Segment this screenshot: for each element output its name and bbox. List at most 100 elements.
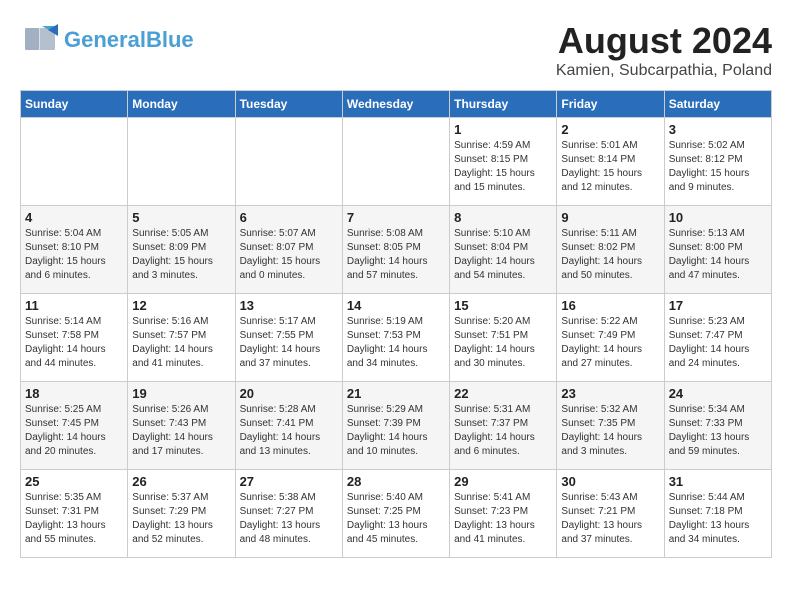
day-number: 11 <box>25 298 123 313</box>
day-info: Sunrise: 5:34 AMSunset: 7:33 PMDaylight:… <box>669 403 767 459</box>
calendar-cell: 23Sunrise: 5:32 AMSunset: 7:35 PMDayligh… <box>557 382 664 470</box>
calendar-cell: 30 Sunrise: 5:43 AMSunset: 7:21 PMDayligh… <box>557 470 664 558</box>
day-number: 1 <box>454 122 552 137</box>
day-info: Sunrise: 5:38 AMSunset: 7:27 PMDaylight:… <box>240 491 338 547</box>
day-info: Sunrise: 5:40 AMSunset: 7:25 PMDaylight:… <box>347 491 445 547</box>
day-number: 25 <box>25 474 123 489</box>
calendar-cell: 3Sunrise: 5:02 AMSunset: 8:12 PMDaylight… <box>664 118 771 206</box>
title-block: August 2024 Kamien, Subcarpathia, Poland <box>556 20 772 80</box>
day-info: Sunrise: 5:25 AMSunset: 7:45 PMDaylight:… <box>25 403 123 459</box>
day-info: Sunrise: 5:19 AMSunset: 7:53 PMDaylight:… <box>347 315 445 371</box>
day-number: 15 <box>454 298 552 313</box>
day-info: Sunrise: 5:41 AMSunset: 7:23 PMDaylight:… <box>454 491 552 547</box>
calendar-cell: 10 Sunrise: 5:13 AMSunset: 8:00 PMDayligh… <box>664 206 771 294</box>
day-number: 8 <box>454 210 552 225</box>
day-number: 27 <box>240 474 338 489</box>
calendar-cell: 28 Sunrise: 5:40 AMSunset: 7:25 PMDayligh… <box>342 470 449 558</box>
weekday-header-friday: Friday <box>557 91 664 118</box>
calendar-week-1: 1 Sunrise: 4:59 AMSunset: 8:15 PMDaylight… <box>21 118 772 206</box>
day-info: Sunrise: 5:31 AMSunset: 7:37 PMDaylight:… <box>454 403 552 459</box>
day-info: Sunrise: 5:08 AMSunset: 8:05 PMDaylight:… <box>347 227 445 283</box>
day-number: 26 <box>132 474 230 489</box>
calendar-cell: 6 Sunrise: 5:07 AMSunset: 8:07 PMDaylight… <box>235 206 342 294</box>
day-info: Sunrise: 5:13 AMSunset: 8:00 PMDaylight:… <box>669 227 767 283</box>
calendar-week-4: 18 Sunrise: 5:25 AMSunset: 7:45 PMDayligh… <box>21 382 772 470</box>
day-info: Sunrise: 4:59 AMSunset: 8:15 PMDaylight:… <box>454 139 552 195</box>
day-info: Sunrise: 5:28 AMSunset: 7:41 PMDaylight:… <box>240 403 338 459</box>
page-title: August 2024 <box>556 20 772 62</box>
day-info: Sunrise: 5:07 AMSunset: 8:07 PMDaylight:… <box>240 227 338 283</box>
calendar-cell: 17 Sunrise: 5:23 AMSunset: 7:47 PMDayligh… <box>664 294 771 382</box>
day-number: 14 <box>347 298 445 313</box>
calendar-cell: 4 Sunrise: 5:04 AMSunset: 8:10 PMDaylight… <box>21 206 128 294</box>
calendar-cell: 9 Sunrise: 5:11 AMSunset: 8:02 PMDaylight… <box>557 206 664 294</box>
day-number: 21 <box>347 386 445 401</box>
day-number: 30 <box>561 474 659 489</box>
calendar-cell: 1 Sunrise: 4:59 AMSunset: 8:15 PMDaylight… <box>450 118 557 206</box>
calendar-week-2: 4 Sunrise: 5:04 AMSunset: 8:10 PMDaylight… <box>21 206 772 294</box>
day-number: 6 <box>240 210 338 225</box>
day-info: Sunrise: 5:04 AMSunset: 8:10 PMDaylight:… <box>25 227 123 283</box>
day-info: Sunrise: 5:43 AMSunset: 7:21 PMDaylight:… <box>561 491 659 547</box>
calendar-cell <box>342 118 449 206</box>
day-number: 2 <box>561 122 659 137</box>
calendar-cell: 24 Sunrise: 5:34 AMSunset: 7:33 PMDayligh… <box>664 382 771 470</box>
day-number: 9 <box>561 210 659 225</box>
calendar-week-3: 11Sunrise: 5:14 AMSunset: 7:58 PMDayligh… <box>21 294 772 382</box>
day-number: 4 <box>25 210 123 225</box>
calendar-cell <box>235 118 342 206</box>
logo: GeneralBlue <box>20 20 194 60</box>
calendar-cell: 21 Sunrise: 5:29 AMSunset: 7:39 PMDayligh… <box>342 382 449 470</box>
calendar-cell: 2 Sunrise: 5:01 AMSunset: 8:14 PMDaylight… <box>557 118 664 206</box>
day-number: 22 <box>454 386 552 401</box>
day-info: Sunrise: 5:29 AMSunset: 7:39 PMDaylight:… <box>347 403 445 459</box>
weekday-header-saturday: Saturday <box>664 91 771 118</box>
day-number: 23 <box>561 386 659 401</box>
logo-text-block: GeneralBlue <box>64 29 194 51</box>
weekday-header-wednesday: Wednesday <box>342 91 449 118</box>
day-info: Sunrise: 5:26 AMSunset: 7:43 PMDaylight:… <box>132 403 230 459</box>
day-number: 10 <box>669 210 767 225</box>
page-header: GeneralBlue August 2024 Kamien, Subcarpa… <box>20 20 772 80</box>
calendar-cell: 15Sunrise: 5:20 AMSunset: 7:51 PMDayligh… <box>450 294 557 382</box>
day-number: 3 <box>669 122 767 137</box>
day-number: 16 <box>561 298 659 313</box>
day-info: Sunrise: 5:35 AMSunset: 7:31 PMDaylight:… <box>25 491 123 547</box>
day-number: 19 <box>132 386 230 401</box>
calendar-cell: 29 Sunrise: 5:41 AMSunset: 7:23 PMDayligh… <box>450 470 557 558</box>
day-number: 24 <box>669 386 767 401</box>
day-number: 31 <box>669 474 767 489</box>
day-number: 29 <box>454 474 552 489</box>
calendar-cell: 26Sunrise: 5:37 AMSunset: 7:29 PMDayligh… <box>128 470 235 558</box>
day-info: Sunrise: 5:22 AMSunset: 7:49 PMDaylight:… <box>561 315 659 371</box>
day-info: Sunrise: 5:01 AMSunset: 8:14 PMDaylight:… <box>561 139 659 195</box>
weekday-header-tuesday: Tuesday <box>235 91 342 118</box>
day-info: Sunrise: 5:23 AMSunset: 7:47 PMDaylight:… <box>669 315 767 371</box>
day-info: Sunrise: 5:11 AMSunset: 8:02 PMDaylight:… <box>561 227 659 283</box>
day-info: Sunrise: 5:44 AMSunset: 7:18 PMDaylight:… <box>669 491 767 547</box>
calendar-cell: 31 Sunrise: 5:44 AMSunset: 7:18 PMDayligh… <box>664 470 771 558</box>
calendar-week-5: 25 Sunrise: 5:35 AMSunset: 7:31 PMDayligh… <box>21 470 772 558</box>
day-info: Sunrise: 5:17 AMSunset: 7:55 PMDaylight:… <box>240 315 338 371</box>
calendar-cell: 25 Sunrise: 5:35 AMSunset: 7:31 PMDayligh… <box>21 470 128 558</box>
day-number: 12 <box>132 298 230 313</box>
page-subtitle: Kamien, Subcarpathia, Poland <box>556 62 772 80</box>
weekday-header-thursday: Thursday <box>450 91 557 118</box>
day-number: 20 <box>240 386 338 401</box>
day-number: 17 <box>669 298 767 313</box>
calendar-cell: 20 Sunrise: 5:28 AMSunset: 7:41 PMDayligh… <box>235 382 342 470</box>
calendar-cell: 13 Sunrise: 5:17 AMSunset: 7:55 PMDayligh… <box>235 294 342 382</box>
calendar-cell: 5Sunrise: 5:05 AMSunset: 8:09 PMDaylight… <box>128 206 235 294</box>
calendar-cell <box>21 118 128 206</box>
logo-blue: Blue <box>146 27 194 52</box>
logo-name: GeneralBlue <box>64 29 194 51</box>
calendar-cell: 7Sunrise: 5:08 AMSunset: 8:05 PMDaylight… <box>342 206 449 294</box>
day-number: 18 <box>25 386 123 401</box>
calendar-cell: 19 Sunrise: 5:26 AMSunset: 7:43 PMDayligh… <box>128 382 235 470</box>
calendar-cell: 16 Sunrise: 5:22 AMSunset: 7:49 PMDayligh… <box>557 294 664 382</box>
day-number: 13 <box>240 298 338 313</box>
calendar-cell: 18 Sunrise: 5:25 AMSunset: 7:45 PMDayligh… <box>21 382 128 470</box>
weekday-header-monday: Monday <box>128 91 235 118</box>
logo-icon <box>20 20 60 60</box>
day-number: 28 <box>347 474 445 489</box>
